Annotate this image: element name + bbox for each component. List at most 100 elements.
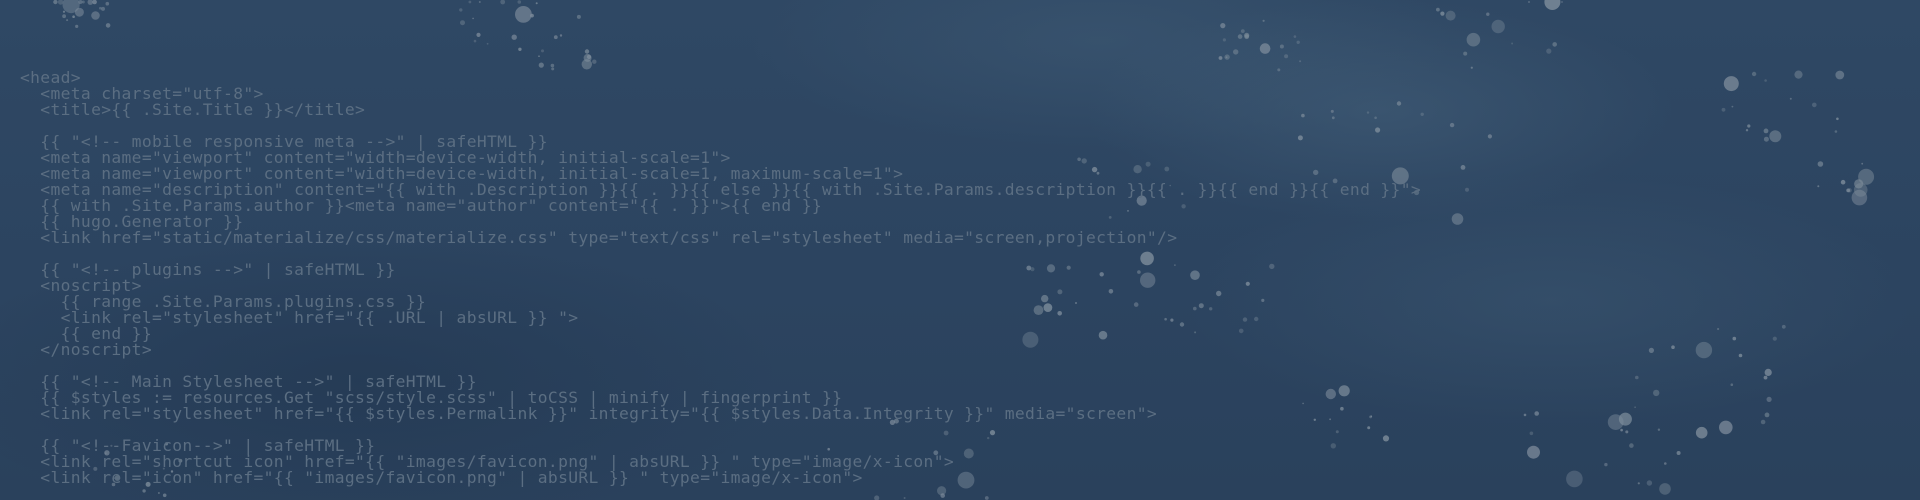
splatter-dot: [1646, 480, 1653, 486]
splatter-dot: [1262, 19, 1265, 22]
splatter-dot: [1738, 353, 1743, 358]
splatter-dot: [1296, 40, 1300, 44]
splatter-dot: [515, 6, 532, 23]
splatter-dot: [1766, 396, 1772, 402]
code-line: <link rel="stylesheet" href="{{ $styles.…: [20, 404, 1158, 423]
splatter-dot: [486, 42, 489, 45]
splatter-dot: [1604, 462, 1608, 467]
code-line: <title>{{ .Site.Title }}</title>: [20, 100, 366, 119]
code-line: <link href="static/materialize/css/mater…: [20, 228, 1178, 247]
splatter-dot: [1527, 445, 1540, 459]
splatter-dot: [101, 6, 105, 11]
splatter-dot: [1812, 102, 1817, 108]
splatter-dot: [459, 8, 463, 12]
splatter-dot: [1861, 162, 1864, 165]
splatter-dot: [1487, 134, 1492, 139]
splatter-dot: [1730, 383, 1734, 387]
splatter-dot: [162, 493, 167, 498]
code-line: {{ "<!-- plugins -->" | safeHTML }}: [20, 260, 396, 279]
splatter-dot: [1440, 11, 1445, 16]
splatter-dot: [1244, 34, 1250, 40]
splatter-dot: [1834, 130, 1838, 133]
splatter-dot: [1747, 124, 1751, 128]
splatter-dot: [576, 14, 581, 19]
hero-banner-background: <head> <meta charset="utf-8"> <title>{{ …: [0, 0, 1920, 500]
splatter-dot: [1420, 112, 1424, 117]
splatter-dot: [142, 489, 146, 493]
splatter-dot: [66, 19, 69, 22]
splatter-dot: [1835, 70, 1845, 80]
splatter-dot: [1676, 451, 1681, 455]
splatter-dot: [1224, 54, 1230, 60]
splatter-dot: [1751, 71, 1757, 77]
splatter-dot: [583, 53, 592, 62]
splatter-dot: [468, 0, 472, 4]
splatter-dot: [1846, 188, 1851, 193]
splatter-dot: [1284, 54, 1289, 59]
splatter-dot: [1659, 483, 1671, 495]
splatter-dot: [1237, 34, 1243, 39]
splatter-dot: [1529, 431, 1534, 436]
splatter-dot: [1745, 129, 1749, 132]
code-line: <link rel="icon" href="{{ "images/favico…: [20, 468, 863, 487]
splatter-dot: [1731, 105, 1734, 108]
splatter-dot: [472, 17, 474, 20]
splatter-dot: [1544, 0, 1561, 10]
splatter-dot: [937, 486, 947, 496]
splatter-dot: [1760, 419, 1766, 425]
splatter-dot: [1657, 428, 1661, 431]
splatter-dot: [460, 20, 465, 26]
splatter-dot: [1763, 375, 1768, 380]
splatter-dot: [553, 35, 558, 40]
splatter-dot: [1717, 327, 1720, 331]
splatter-dot: [1723, 76, 1739, 92]
splatter-dot: [1523, 413, 1527, 417]
splatter-dot: [1465, 187, 1469, 192]
splatter-dot: [538, 62, 544, 68]
splatter-dot: [1635, 375, 1639, 380]
splatter-dot: [87, 0, 94, 5]
code-snippet-background: <head> <meta charset="utf-8"> <title>{{ …: [20, 69, 1421, 487]
splatter-dot: [1534, 411, 1539, 416]
splatter-dot: [550, 63, 555, 68]
splatter-dot: [1648, 347, 1654, 353]
splatter-dot: [1854, 179, 1864, 189]
splatter-dot: [1629, 443, 1634, 448]
splatter-dot: [541, 49, 544, 53]
splatter-dot: [1233, 49, 1239, 55]
splatter-dot: [75, 24, 79, 28]
splatter-dot: [1789, 97, 1792, 100]
splatter-dot: [92, 0, 97, 5]
splatter-dot: [53, 0, 58, 5]
splatter-dot: [1840, 179, 1846, 185]
splatter-dot: [1607, 414, 1624, 430]
splatter-dot: [72, 15, 75, 18]
splatter-dot: [1817, 185, 1820, 188]
splatter-dot: [1671, 345, 1675, 350]
splatter-dot: [81, 0, 85, 4]
splatter-dot: [1240, 29, 1245, 33]
splatter-dot: [1552, 42, 1557, 47]
splatter-dot: [1486, 12, 1490, 16]
splatter-dot: [1463, 51, 1468, 56]
splatter-dot: [1763, 128, 1769, 134]
splatter-dot: [1293, 35, 1297, 38]
splatter-dot: [1466, 32, 1481, 47]
splatter-dot: [903, 497, 906, 499]
splatter-dot: [1436, 7, 1440, 12]
splatter-dot: [1794, 70, 1803, 79]
code-line: <link rel="stylesheet" href="{{ .URL | a…: [20, 308, 579, 327]
splatter-dot: [1566, 470, 1583, 488]
splatter-dot: [1764, 79, 1767, 82]
splatter-dot: [1625, 430, 1629, 434]
splatter-dot: [1732, 336, 1737, 341]
splatter-dot: [1620, 428, 1623, 432]
splatter-dot: [1460, 165, 1466, 170]
splatter-dot: [1637, 482, 1640, 485]
splatter-dot: [535, 2, 538, 5]
code-line: </noscript>: [20, 340, 152, 359]
splatter-dot: [517, 0, 522, 4]
splatter-dot: [538, 55, 540, 57]
splatter-dot: [984, 496, 989, 500]
splatter-dot: [1511, 42, 1514, 45]
